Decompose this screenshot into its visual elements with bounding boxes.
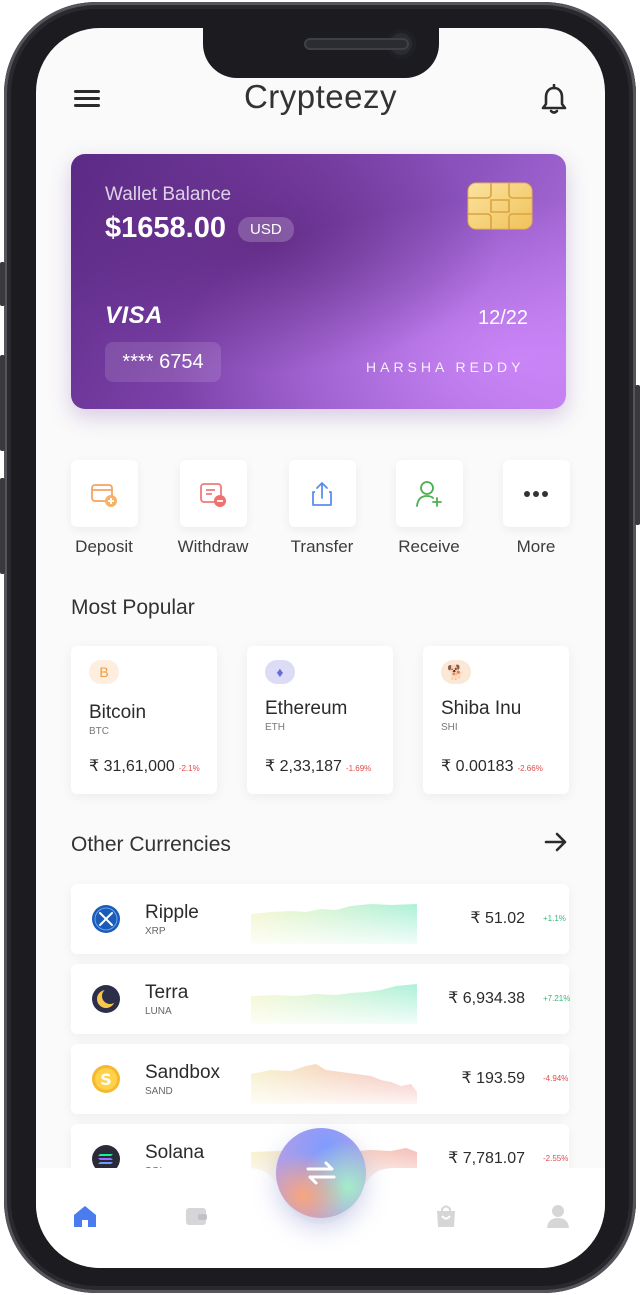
swap-fab-button[interactable] [276,1128,366,1218]
receive-label: Receive [398,537,460,556]
transfer-button[interactable]: Transfer [277,460,367,557]
action-box [395,460,463,527]
notch [203,28,439,78]
popular-card-bitcoin[interactable]: B Bitcoin BTC ₹ 31,61,000 -2.1% [71,646,217,794]
more-button[interactable]: More [491,460,581,557]
wallet-balance-amount: $1658.00 [105,212,226,244]
currency-symbol: SAND [145,1086,173,1097]
shiba-inu-icon: 🐕 [441,660,471,684]
coin-price: ₹ 0.00183 -2.66% [441,756,543,776]
sparkline-chart [251,1062,417,1104]
sandbox-icon: S [92,1065,120,1093]
terra-icon [92,985,120,1013]
more-label: More [516,537,556,556]
currency-change-value: +1.1% [543,914,566,923]
currency-badge: USD [238,217,294,242]
bell-icon[interactable] [540,83,568,116]
coin-symbol: SHI [441,722,458,733]
coin-name: Shiba Inu [441,698,522,719]
action-box [288,460,356,527]
bag-icon[interactable] [433,1203,459,1229]
more-dots-icon [524,490,548,497]
coin-symbol: BTC [89,726,109,737]
currency-symbol: LUNA [145,1006,172,1017]
withdraw-label: Withdraw [177,537,249,556]
side-button [0,478,5,574]
transfer-label: Transfer [290,537,354,556]
action-box [179,460,247,527]
currency-price: ₹ 51.02 [470,910,525,927]
app-title: Crypteezy [243,78,398,115]
sparkline-chart [251,902,417,944]
masked-card-number: **** 6754 [105,342,221,382]
currency-change-value: +7.21% [543,994,571,1003]
currency-change-value: -4.94% [543,1074,569,1083]
arrow-right-icon[interactable] [544,831,568,853]
ethereum-icon: ♦ [265,660,295,684]
coin-price-value: ₹ 0.00183 [441,758,514,775]
withdraw-button[interactable]: Withdraw [168,460,258,557]
wallet-remove-icon [200,482,226,507]
coin-change: -2.1% [178,764,200,773]
app-screen: Crypteezy Wallet Balance $1658.00 USD VI… [36,28,605,1268]
home-icon[interactable] [72,1203,98,1229]
coin-name: Bitcoin [89,702,147,723]
coin-change: -1.69% [345,764,372,773]
side-button [635,385,640,525]
currency-row-ripple[interactable]: Ripple XRP ₹ 51.02 +1.1% [71,884,569,954]
currency-row-sandbox[interactable]: S Sandbox SAND ₹ 193.59 -4.94% [71,1044,569,1114]
currency-name: Ripple [145,902,199,923]
coin-price-value: ₹ 31,61,000 [89,758,175,775]
currency-price: ₹ 6,934.38 [448,990,525,1007]
currency-name: Solana [145,1142,205,1163]
popular-card-shiba-inu[interactable]: 🐕 Shiba Inu SHI ₹ 0.00183 -2.66% [423,646,569,794]
card-holder-name: HARSHA REDDY [366,359,525,375]
wallet-balance-label: Wallet Balance [105,184,232,205]
action-box [502,460,570,527]
wallet-icon[interactable] [183,1203,209,1229]
side-button [0,262,5,306]
coin-price-value: ₹ 2,33,187 [265,758,342,775]
card-expiry: 12/22 [478,307,529,329]
bitcoin-icon: B [89,660,119,684]
coin-symbol: ETH [265,722,285,733]
svg-text:S: S [100,1070,112,1089]
side-button [0,355,5,451]
currency-name: Sandbox [145,1062,221,1083]
other-currencies-title: Other Currencies [71,833,231,856]
profile-icon[interactable] [545,1203,571,1229]
deposit-button[interactable]: Deposit [59,460,149,557]
ripple-icon [92,905,120,933]
currency-row-terra[interactable]: Terra LUNA ₹ 6,934.38 +7.21% [71,964,571,1034]
wallet-card[interactable]: Wallet Balance $1658.00 USD VISA 12/22 *… [71,154,566,409]
currency-name: Terra [145,982,189,1003]
swap-icon [306,1161,336,1185]
most-popular-title: Most Popular [71,596,195,619]
currency-price: ₹ 193.59 [461,1070,525,1087]
card-chip-icon [467,182,533,230]
speaker [304,38,409,50]
wallet-add-icon [91,483,117,507]
deposit-label: Deposit [75,537,133,556]
user-add-icon [416,480,442,507]
share-upload-icon [312,481,332,506]
currency-change-value: -2.55% [543,1154,569,1163]
sparkline-chart [251,982,417,1024]
visa-logo: VISA [105,302,164,329]
coin-change: -2.66% [517,764,543,773]
action-box [70,460,138,527]
coin-price: ₹ 31,61,000 -2.1% [89,756,200,776]
coin-price: ₹ 2,33,187 -1.69% [265,756,371,776]
coin-name: Ethereum [265,698,348,719]
currency-symbol: XRP [145,926,166,937]
popular-card-ethereum[interactable]: ♦ Ethereum ETH ₹ 2,33,187 -1.69% [247,646,393,794]
receive-button[interactable]: Receive [384,460,474,557]
currency-price: ₹ 7,781.07 [448,1150,525,1167]
